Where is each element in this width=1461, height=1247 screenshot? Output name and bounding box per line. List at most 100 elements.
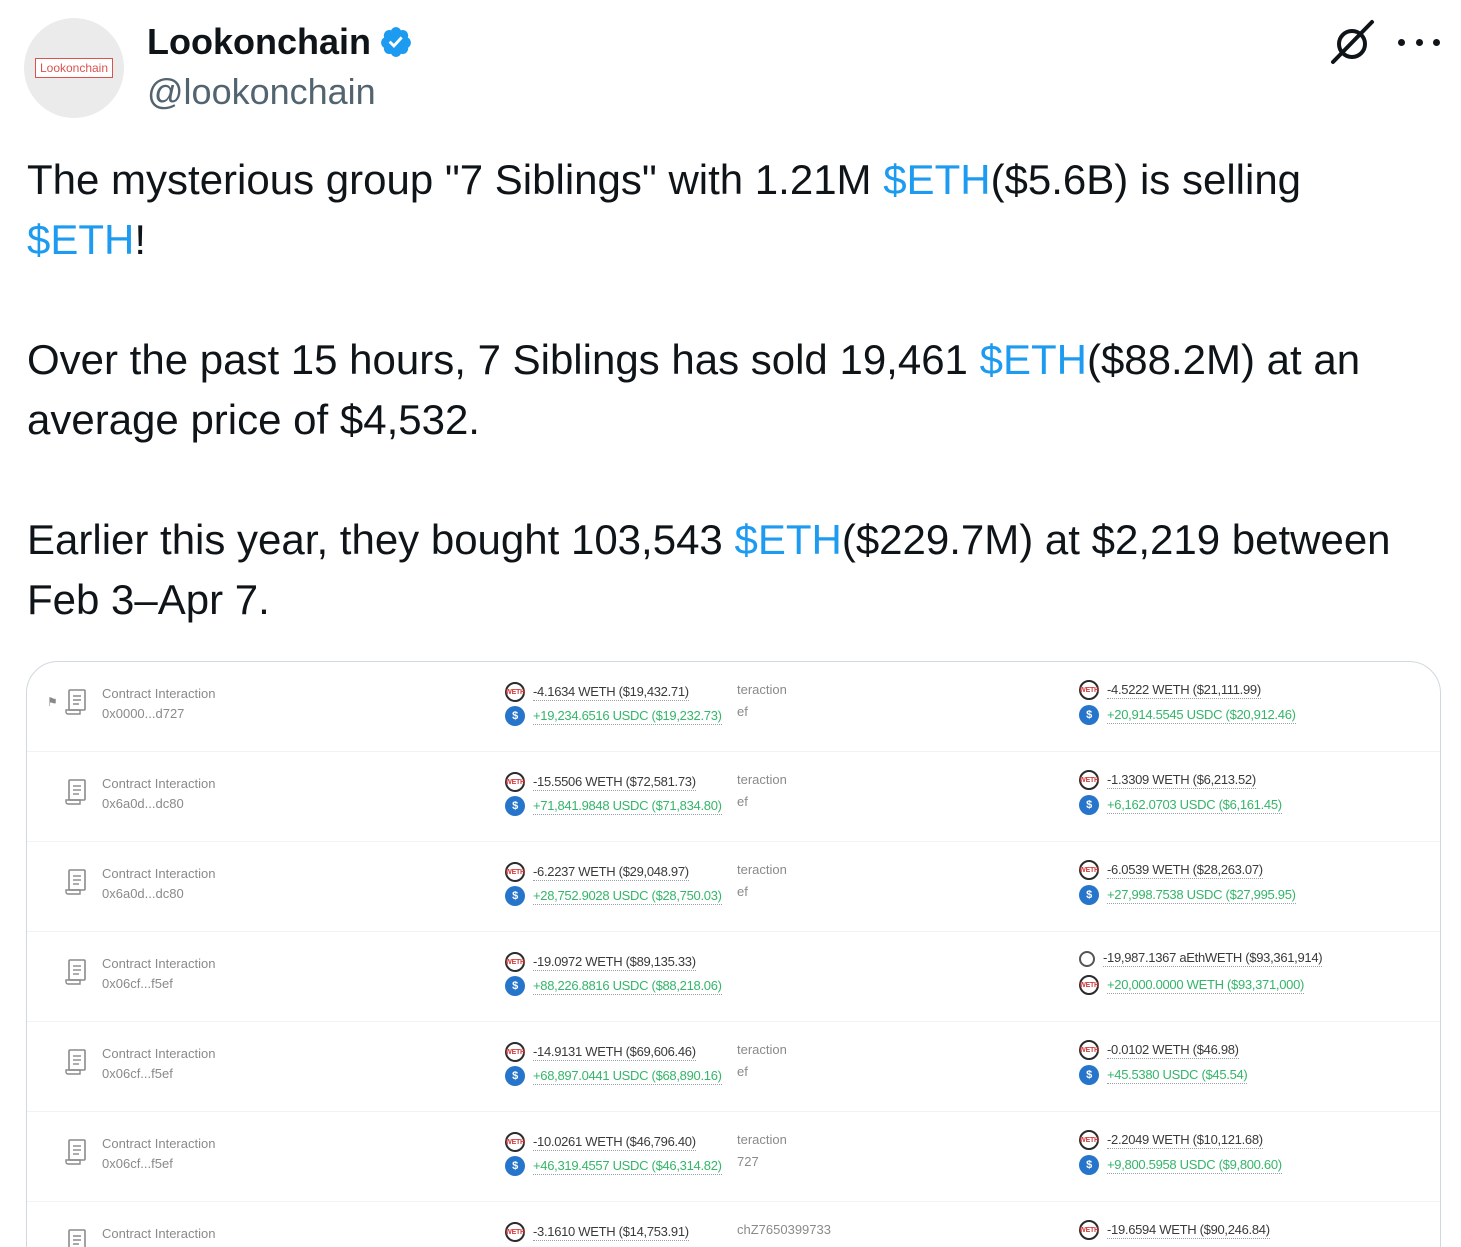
cashtag-link[interactable]: $ETH	[883, 156, 990, 203]
contract-title: Contract Interaction	[102, 686, 216, 701]
tweet-media-image[interactable]: ⚑ Contract Interaction 0x0000...d727 WETH -4…	[26, 661, 1441, 1247]
cashtag-link[interactable]: $ETH	[27, 216, 134, 263]
token-out-left: WETH -3.1610 WETH ($14,753.91)	[505, 1222, 689, 1242]
token-out-left: WETH -4.1634 WETH ($19,432.71)	[505, 682, 689, 702]
weth-coin-icon: WETH	[505, 1042, 525, 1062]
contract-icon	[65, 1048, 89, 1076]
avatar[interactable]: Lookonchain	[24, 18, 124, 118]
contract-address: 0x06cf...f5ef	[102, 1156, 173, 1171]
display-name[interactable]: Lookonchain	[147, 20, 371, 64]
display-name-row[interactable]: Lookonchain	[147, 20, 413, 64]
token-in-left: $ +28,752.9028 USDC ($28,750.03)	[505, 886, 722, 906]
token-out-left: WETH -6.2237 WETH ($29,048.97)	[505, 862, 689, 882]
cropped-text-fragment: ef	[737, 794, 748, 809]
contract-icon	[65, 868, 89, 896]
transaction-row: Contract Interaction 0x06cf...f5ef WETH -10…	[27, 1112, 1440, 1202]
avatar-logo: Lookonchain	[34, 58, 114, 78]
text-span: The mysterious group "7 Siblings" with 1…	[27, 156, 884, 203]
token-out-right: WETH -0.0102 WETH ($46.98)	[1079, 1040, 1239, 1060]
cropped-text-fragment: teraction	[737, 862, 787, 877]
weth-coin-icon: WETH	[1079, 1130, 1099, 1150]
token-out-left: WETH -19.0972 WETH ($89,135.33)	[505, 952, 696, 972]
contract-title: Contract Interaction	[102, 1046, 216, 1061]
token-in-right: $ +27,998.7538 USDC ($27,995.95)	[1079, 885, 1296, 905]
text-span: !	[134, 216, 147, 263]
aethweth-coin-icon	[1079, 950, 1095, 967]
usdc-coin-icon: $	[1079, 1155, 1099, 1175]
token-in-left: $ +88,226.8816 USDC ($88,218.06)	[505, 976, 722, 996]
cropped-text-fragment: teraction	[737, 772, 787, 787]
contract-icon	[65, 778, 89, 806]
weth-coin-icon: WETH	[505, 1132, 525, 1152]
tweet-paragraph-3: Earlier this year, they bought 103,543 $…	[27, 510, 1447, 630]
more-horizontal-icon[interactable]	[1398, 24, 1440, 60]
weth-coin-icon: WETH	[1079, 975, 1099, 995]
flag-icon: ⚑	[47, 695, 58, 709]
cashtag-link[interactable]: $ETH	[980, 336, 1087, 383]
weth-coin-icon: WETH	[505, 952, 525, 972]
token-out-right: WETH -19.6594 WETH ($90,246.84)	[1079, 1220, 1270, 1240]
cropped-text-fragment: 727	[737, 1154, 759, 1169]
usdc-coin-icon: $	[505, 706, 525, 726]
usdc-coin-icon: $	[1079, 885, 1099, 905]
transaction-row: Contract Interaction 0x6a0d...dc80 WETH -15…	[27, 752, 1440, 842]
transaction-row: Contract Interaction WETH -3.1610 WETH ($1…	[27, 1202, 1440, 1247]
token-out-left: WETH -15.5506 WETH ($72,581.73)	[505, 772, 696, 792]
contract-title: Contract Interaction	[102, 956, 216, 971]
contract-address: 0x6a0d...dc80	[102, 886, 184, 901]
contract-title: Contract Interaction	[102, 1136, 216, 1151]
text-span: Feb 3–Apr 7.	[27, 576, 270, 623]
token-out-right: WETH -6.0539 WETH ($28,263.07)	[1079, 860, 1263, 880]
usdc-coin-icon: $	[1079, 705, 1099, 725]
cropped-text-fragment: teraction	[737, 1132, 787, 1147]
weth-coin-icon: WETH	[1079, 1040, 1099, 1060]
tweet-paragraph-2: Over the past 15 hours, 7 Siblings has s…	[27, 330, 1447, 450]
weth-coin-icon: WETH	[505, 772, 525, 792]
cropped-text-fragment: ef	[737, 1064, 748, 1079]
text-span: ($5.6B) is selling	[990, 156, 1302, 203]
usdc-coin-icon: $	[505, 886, 525, 906]
contract-icon	[65, 958, 89, 986]
cropped-text-fragment: ef	[737, 704, 748, 719]
token-in-left: $ +46,319.4557 USDC ($46,314.82)	[505, 1156, 722, 1176]
token-out-right: WETH -2.2049 WETH ($10,121.68)	[1079, 1130, 1263, 1150]
transaction-row: ⚑ Contract Interaction 0x0000...d727 WETH -4…	[27, 662, 1440, 752]
usdc-coin-icon: $	[1079, 1065, 1099, 1085]
contract-address: 0x06cf...f5ef	[102, 976, 173, 991]
usdc-coin-icon: $	[1079, 795, 1099, 815]
weth-coin-icon: WETH	[505, 682, 525, 702]
contract-address: 0x0000...d727	[102, 706, 185, 721]
user-handle[interactable]: @lookonchain	[147, 70, 376, 114]
weth-coin-icon: WETH	[505, 1222, 525, 1242]
transaction-row: Contract Interaction 0x06cf...f5ef WETH -19…	[27, 932, 1440, 1022]
token-in-right: $ +45.5380 USDC ($45.54)	[1079, 1065, 1248, 1085]
transaction-row: Contract Interaction 0x06cf...f5ef WETH -14…	[27, 1022, 1440, 1112]
token-in-left: $ +19,234.6516 USDC ($19,232.73)	[505, 706, 722, 726]
cropped-text-fragment: chZ7650399733	[737, 1222, 831, 1237]
tweet-text: The mysterious group "7 Siblings" with 1…	[27, 150, 1447, 630]
weth-coin-icon: WETH	[505, 862, 525, 882]
usdc-coin-icon: $	[505, 1066, 525, 1086]
cropped-text-fragment: teraction	[737, 682, 787, 697]
weth-coin-icon: WETH	[1079, 860, 1099, 880]
token-out-right: -19,987.1367 aEthWETH ($93,361,914)	[1079, 950, 1323, 967]
token-in-right: $ +9,800.5958 USDC ($9,800.60)	[1079, 1155, 1282, 1175]
usdc-coin-icon: $	[505, 796, 525, 816]
contract-title: Contract Interaction	[102, 866, 216, 881]
usdc-coin-icon: $	[505, 1156, 525, 1176]
contract-icon	[65, 1228, 89, 1247]
text-span: Over the past 15 hours, 7 Siblings has s…	[27, 336, 980, 383]
text-span: average price of $4,532.	[27, 396, 480, 443]
cashtag-link[interactable]: $ETH	[734, 516, 841, 563]
cropped-text-fragment: ef	[737, 884, 748, 899]
token-out-left: WETH -10.0261 WETH ($46,796.40)	[505, 1132, 696, 1152]
contract-title: Contract Interaction	[102, 776, 216, 791]
contract-icon	[65, 1138, 89, 1166]
token-in-left: $ +71,841.9848 USDC ($71,834.80)	[505, 796, 722, 816]
text-span: Earlier this year, they bought 103,543	[27, 516, 735, 563]
cropped-text-fragment: teraction	[737, 1042, 787, 1057]
token-in-right: WETH +20,000.0000 WETH ($93,371,000)	[1079, 975, 1304, 995]
usdc-coin-icon: $	[505, 976, 525, 996]
grok-icon[interactable]	[1328, 18, 1378, 68]
contract-title: Contract Interaction	[102, 1226, 216, 1241]
